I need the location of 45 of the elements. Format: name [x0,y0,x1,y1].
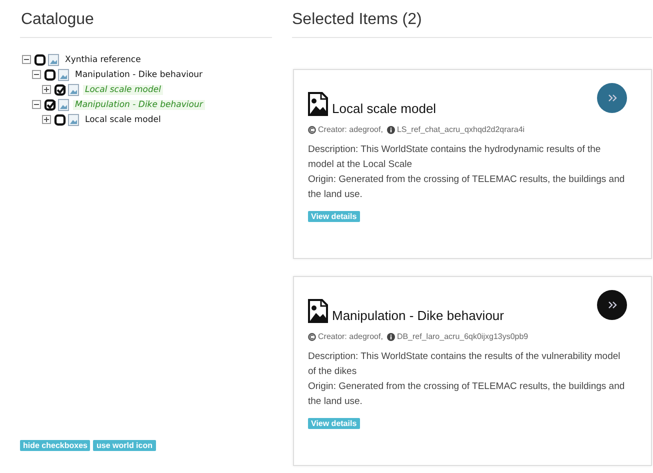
description-text: Description: This WorldState contains the results of the vulnerability model of the dikes [308,350,622,379]
image-icon [308,299,328,323]
origin-text: Origin: Generated from the crossing of TELEMAC results, the buildings and the land use. [308,173,626,202]
tree-item[interactable]: Local scale model [83,84,163,94]
image-icon [68,84,79,96]
checkbox[interactable] [44,98,56,110]
image-icon [58,98,69,110]
creator-text: Creator: adegroof, [318,332,383,341]
id-text: LS_ref_chat_acru_qxhqd2d2qrara4i [396,125,525,134]
description-text: Description: This WorldState contains the hydrodynamic results of the model at the Local Scale [308,143,602,172]
collapse-icon[interactable] [32,100,41,109]
image-icon [48,54,59,66]
info-icon [386,332,395,340]
creator-text: Creator: adegroof, [318,125,383,134]
double-chevron-icon [608,94,616,102]
image-icon [68,114,79,126]
copyright-icon [308,126,316,134]
item-title: Manipulation - Dike behaviour [332,308,504,323]
item-title: Local scale model [332,101,436,116]
tree-item[interactable]: Local scale model [83,114,163,124]
toggle-button[interactable]: hide checkboxes [20,440,90,451]
double-chevron-icon [608,301,616,309]
view-details-button[interactable]: View details [308,418,360,429]
open-button[interactable] [597,290,627,320]
tree-item[interactable]: Manipulation - Dike behaviour [73,70,205,80]
image-icon [58,68,69,80]
id-text: DB_ref_laro_acru_6qk0ijxg13ys0pb9 [396,332,528,341]
info-icon [386,126,395,134]
image-icon [308,92,328,116]
collapse-icon[interactable] [32,70,41,79]
checkbox[interactable] [34,54,46,66]
checkbox[interactable] [54,114,66,126]
section-title: Selected Items (2) [292,0,652,38]
tree-item[interactable]: Xynthia reference [63,54,143,64]
view-details-button[interactable]: View details [308,211,360,222]
toggle-button[interactable]: use world icon [93,440,156,451]
checkbox[interactable] [54,84,66,96]
section-title: Catalogue [20,0,272,38]
copyright-icon [308,332,316,340]
origin-text: Origin: Generated from the crossing of TELEMAC results, the buildings and the land use. [308,380,626,409]
expand-icon[interactable] [42,115,51,124]
tree-item[interactable]: Manipulation - Dike behaviour [73,100,205,110]
checkbox[interactable] [44,68,56,80]
expand-icon[interactable] [42,85,51,94]
collapse-icon[interactable] [22,55,31,64]
